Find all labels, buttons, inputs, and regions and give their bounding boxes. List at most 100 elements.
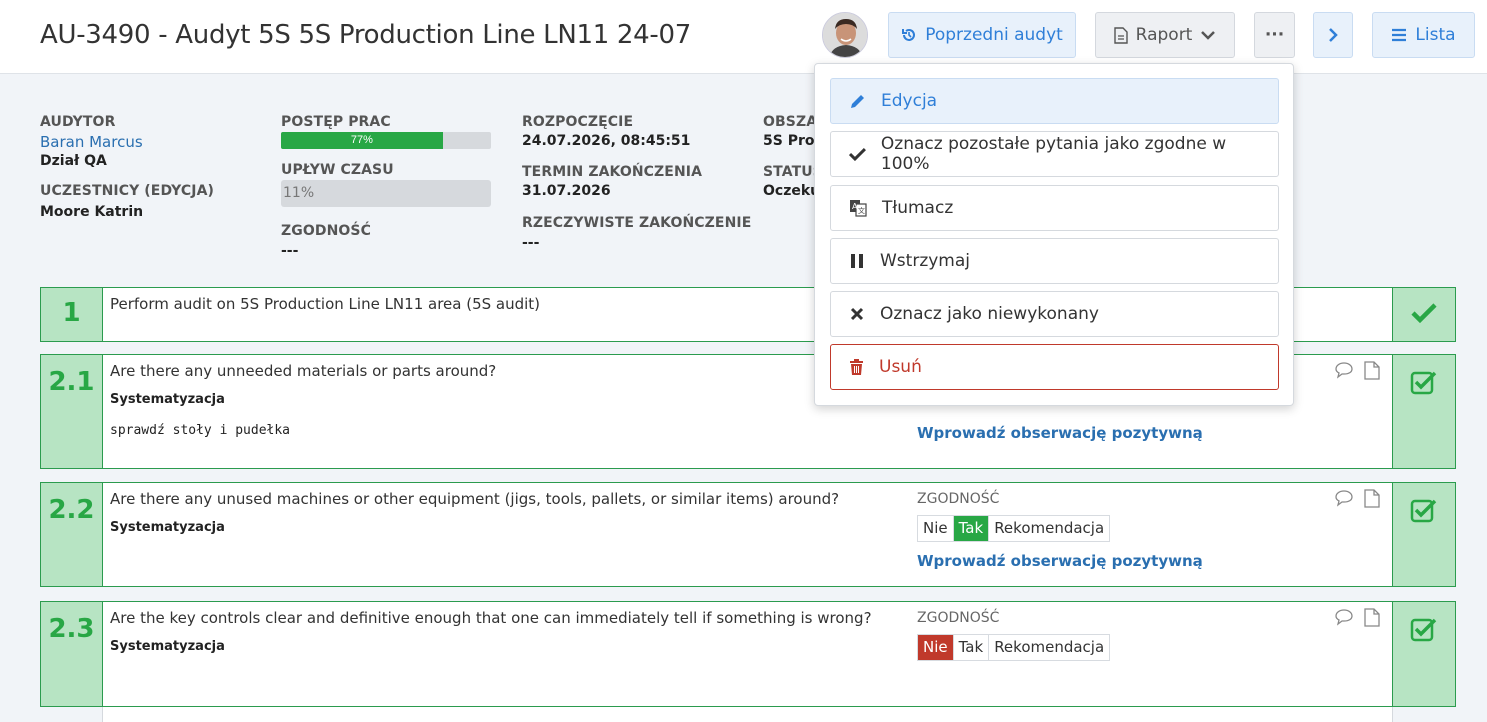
menu-item-label: Tłumacz: [882, 198, 954, 218]
menu-item-label: Edycja: [881, 91, 938, 111]
deadline-label: TERMIN ZAKOŃCZENIA: [522, 164, 702, 180]
progress-bar-fill: 77%: [281, 132, 443, 149]
document-icon[interactable]: [1364, 608, 1380, 627]
question-body: Are the key controls clear and definitiv…: [103, 602, 1392, 706]
positive-observation-link[interactable]: Wprowadź obserwację pozytywną: [917, 552, 1203, 570]
menu-item-pause[interactable]: Wstrzymaj: [830, 238, 1279, 284]
question-category: Systematyzacja: [110, 520, 225, 535]
close-icon: [850, 307, 864, 321]
question-number: 2.2: [41, 483, 103, 586]
language-icon: A 文: [850, 200, 867, 217]
option-no[interactable]: Nie: [918, 635, 954, 660]
compliance-selector: Nie Tak Rekomendacja: [917, 634, 1111, 661]
menu-item-label: Oznacz pozostałe pytania jako zgodne w 1…: [880, 134, 1227, 174]
option-recommendation[interactable]: Rekomendacja: [989, 516, 1110, 541]
menu-item-mark-not-done[interactable]: Oznacz jako niewykonany: [830, 291, 1279, 337]
compliance-value: ---: [281, 243, 299, 259]
previous-audit-label: Poprzedni audyt: [925, 25, 1063, 45]
row-actions: [1334, 608, 1380, 627]
trash-icon: [850, 359, 863, 375]
auditor-name-link[interactable]: Baran Marcus: [40, 133, 214, 151]
previous-audit-button[interactable]: Poprzedni audyt: [888, 12, 1076, 58]
elapsed-time-bar: 11%: [281, 180, 491, 207]
report-label: Raport: [1135, 25, 1193, 45]
checkbox-checked-icon: [1410, 618, 1437, 642]
comment-icon[interactable]: [1334, 489, 1354, 507]
checkmark-icon: [1411, 303, 1437, 324]
checkbox-checked-icon: [1410, 371, 1437, 395]
question-text: Are the key controls clear and definitiv…: [110, 609, 872, 627]
progress-bar: 77%: [281, 132, 491, 149]
actual-end-value: ---: [522, 235, 540, 251]
menu-item-mark-compliant[interactable]: Oznacz pozostałe pytania jako zgodne w 1…: [830, 131, 1279, 177]
user-avatar-icon: [823, 13, 867, 57]
option-yes[interactable]: Tak: [953, 635, 990, 660]
progress-label: POSTĘP PRAC: [281, 114, 391, 130]
compliance-label: ZGODNOŚĆ: [281, 223, 371, 239]
document-icon[interactable]: [1364, 361, 1380, 380]
menu-item-edit[interactable]: Edycja: [830, 78, 1279, 124]
svg-text:文: 文: [858, 206, 865, 215]
chevron-down-icon: [1201, 31, 1216, 40]
compliance-label: ZGODNOŚĆ: [917, 610, 1000, 626]
pencil-icon: [851, 94, 864, 108]
actual-end-label: RZECZYWISTE ZAKOŃCZENIE: [522, 215, 752, 231]
question-status-cell[interactable]: [1392, 288, 1455, 341]
question-status-cell[interactable]: [1392, 355, 1455, 468]
checkbox-checked-icon: [1410, 499, 1437, 523]
auditor-department: Dział QA: [40, 153, 107, 169]
next-button[interactable]: [1313, 12, 1353, 58]
question-row: 2.2 Are there any unused machines or oth…: [40, 482, 1456, 587]
question-text: Are there any unused machines or other e…: [110, 490, 840, 508]
menu-item-translate[interactable]: A 文 Tłumacz: [830, 185, 1279, 231]
row-actions: [1334, 489, 1380, 508]
list-icon: [1392, 28, 1407, 42]
avatar[interactable]: [822, 12, 868, 58]
option-no[interactable]: Nie: [918, 516, 954, 541]
menu-item-label: Usuń: [879, 357, 922, 377]
page-title: AU-3490 - Audyt 5S 5S Production Line LN…: [40, 20, 691, 50]
check-icon: [849, 147, 866, 161]
report-button[interactable]: Raport: [1095, 12, 1235, 58]
progress-column: POSTĘP PRAC 77% UPŁYW CZASU 11% ZGODNOŚĆ…: [281, 114, 491, 259]
menu-item-label: Oznacz jako niewykonany: [880, 304, 1099, 324]
next-row-partial: [102, 707, 1393, 722]
question-status-cell[interactable]: [1392, 602, 1455, 706]
question-category: Systematyzacja: [110, 639, 225, 654]
question-number: 2.3: [41, 602, 103, 706]
dates-column: ROZPOCZĘCIE 24.07.2026, 08:45:51 TERMIN …: [522, 114, 751, 251]
row-actions: [1334, 361, 1380, 380]
pause-icon: [851, 254, 863, 268]
elapsed-time-label: UPŁYW CZASU: [281, 162, 394, 178]
list-button[interactable]: Lista: [1372, 12, 1475, 58]
document-icon[interactable]: [1364, 489, 1380, 508]
comment-icon[interactable]: [1334, 361, 1354, 379]
chevron-right-icon: [1329, 28, 1338, 42]
question-row: 2.3 Are the key controls clear and defin…: [40, 601, 1456, 707]
compliance-label: ZGODNOŚĆ: [917, 491, 1000, 507]
question-status-cell[interactable]: [1392, 483, 1455, 586]
auditor-column: AUDYTOR Baran Marcus Dział QA UCZESTNICY…: [40, 114, 214, 220]
compliance-selector: Nie Tak Rekomendacja: [917, 515, 1111, 542]
more-options-dropdown: Edycja Oznacz pozostałe pytania jako zgo…: [814, 63, 1294, 406]
more-options-button[interactable]: ···: [1254, 12, 1295, 58]
question-body: Are there any unused machines or other e…: [103, 483, 1392, 586]
option-yes[interactable]: Tak: [953, 516, 990, 541]
more-icon: ···: [1264, 25, 1285, 45]
option-recommendation[interactable]: Rekomendacja: [989, 635, 1110, 660]
history-icon: [902, 29, 916, 41]
start-label: ROZPOCZĘCIE: [522, 114, 634, 130]
comment-icon[interactable]: [1334, 608, 1354, 626]
positive-observation-link[interactable]: Wprowadź obserwację pozytywną: [917, 424, 1203, 442]
question-number: 1: [41, 288, 103, 341]
menu-item-label: Wstrzymaj: [880, 251, 971, 271]
question-number: 2.1: [41, 355, 103, 468]
participants-value: Moore Katrin: [40, 204, 144, 220]
menu-item-delete[interactable]: Usuń: [830, 344, 1279, 390]
participants-label: UCZESTNICY (EDYCJA): [40, 183, 215, 199]
file-icon: [1113, 26, 1128, 44]
list-label: Lista: [1415, 25, 1456, 45]
auditor-label: AUDYTOR: [40, 114, 116, 130]
start-value: 24.07.2026, 08:45:51: [522, 133, 691, 149]
deadline-value: 31.07.2026: [522, 183, 611, 199]
